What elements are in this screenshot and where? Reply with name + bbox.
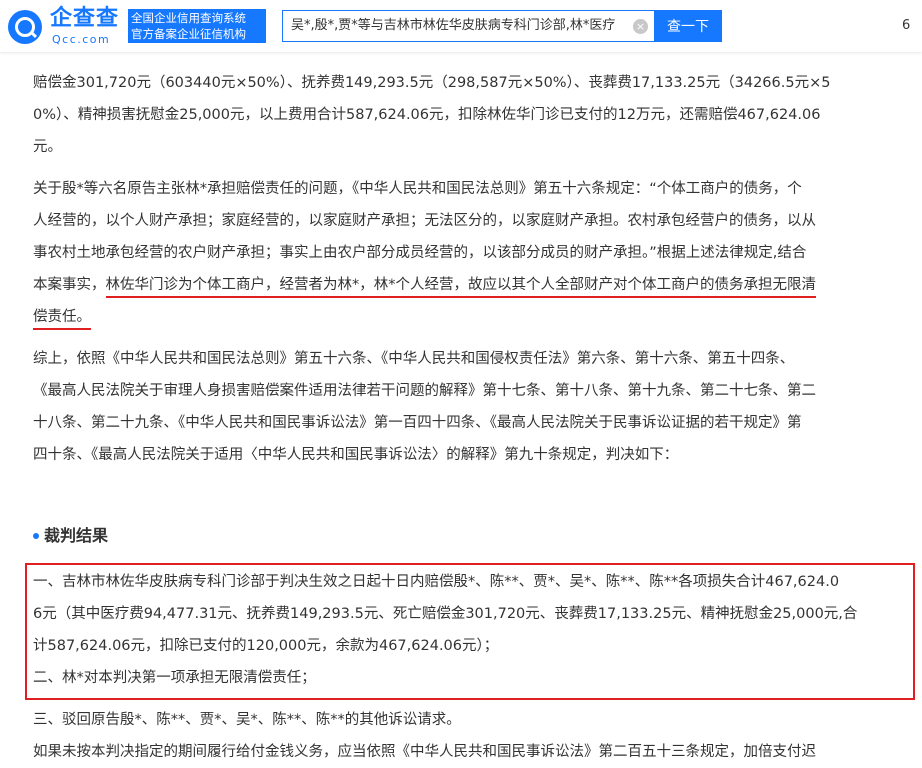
doc-line: 十八条、第二十九条、《中华人民共和国民事诉讼法》第一百四十四条、《最高人民法院关… — [33, 415, 802, 431]
doc-para-judgment: 一、吉林市林佐华皮肤病专科门诊部于判决生效之日起十日内赔偿殷*、陈**、贾*、吴… — [33, 566, 905, 694]
doc-line: 综上，依照《中华人民共和国民法总则》第五十六条、《中华人民共和国侵权责任法》第六… — [33, 351, 795, 367]
section-title-judgment-result: 裁判结果 — [44, 526, 109, 545]
doc-line: 偿责任。 — [33, 301, 905, 333]
doc-line: 人经营的，以个人财产承担；家庭经营的，以家庭财产承担；无法区分的，以家庭财产承担… — [33, 213, 816, 229]
search-button[interactable]: 查一下 — [654, 10, 722, 42]
section-bullet-icon — [33, 533, 39, 539]
doc-line: 元。 — [33, 139, 62, 155]
doc-para-after: 三、驳回原告殷*、陈**、贾*、吴*、陈**、陈**的其他诉讼请求。 如果未按本… — [33, 704, 905, 768]
doc-line: 本案事实，林佐华门诊为个体工商户，经营者为林*，林*个人经营，故应以其个人全部财… — [33, 269, 905, 301]
highlighted-unlimited-liability-text-end: 偿责任。 — [33, 309, 91, 330]
doc-line: 关于殷*等六名原告主张林*承担赔偿责任的问题，《中华人民共和国民法总则》第五十六… — [33, 181, 802, 197]
search-input[interactable]: 吴*,殷*,贾*等与吉林市林佐华皮肤病专科门诊部,林*医疗 — [283, 11, 639, 41]
judgment-item: 6元（其中医疗费94,477.31元、抚养费149,293.5元、死亡赔偿金30… — [33, 606, 858, 622]
judgment-item: 二、林*对本判决第一项承担无限清偿责任； — [33, 670, 316, 686]
doc-para-summary: 综上，依照《中华人民共和国民法总则》第五十六条、《中华人民共和国侵权责任法》第六… — [33, 343, 905, 471]
doc-line: 事农村土地承包经营的农户财产承担；事实上由农户部分成员经营的，以该部分成员的财产… — [33, 245, 807, 261]
qcc-logo-icon[interactable] — [8, 10, 42, 44]
doc-line: 赔偿金301,720元（603440元×50%）、抚养费149,293.5元（2… — [33, 75, 831, 91]
tagline-line: 全国企业信用查询系统 — [131, 11, 246, 25]
doc-line: 《最高人民法院关于审理人身损害赔偿案件适用法律若干问题的解释》第十七条、第十八条… — [33, 383, 816, 399]
tagline-badge: 全国企业信用查询系统 官方备案企业征信机构 — [128, 9, 266, 43]
judgment-item: 计587,624.06元，扣除已支付的120,000元，余款为467,624.0… — [33, 638, 499, 654]
header-truncated-item[interactable]: 6 — [902, 18, 910, 33]
site-header: 企查查 Qcc.com 全国企业信用查询系统 官方备案企业征信机构 吴*,殷*,… — [0, 0, 922, 52]
doc-para-liability: 关于殷*等六名原告主张林*承担赔偿责任的问题，《中华人民共和国民法总则》第五十六… — [33, 173, 905, 333]
judgment-item: 一、吉林市林佐华皮肤病专科门诊部于判决生效之日起十日内赔偿殷*、陈**、贾*、吴… — [33, 574, 840, 590]
clear-search-icon[interactable]: × — [633, 19, 648, 34]
doc-line: 如果未按本判决指定的期间履行给付金钱义务，应当依照《中华人民共和国民事诉讼法》第… — [33, 744, 816, 760]
highlighted-unlimited-liability-text: 林佐华门诊为个体工商户，经营者为林*，林*个人经营，故应以其个人全部财产对个体工… — [105, 277, 816, 298]
brand-domain: Qcc.com — [52, 33, 111, 46]
search-box: 吴*,殷*,贾*等与吉林市林佐华皮肤病专科门诊部,林*医疗 × — [282, 10, 654, 42]
doc-line-prefix: 本案事实， — [33, 277, 106, 293]
doc-line: 四十条、《最高人民法院关于适用〈中华人民共和国民事诉讼法〉的解释》第九十条规定，… — [33, 447, 679, 463]
judgment-item: 三、驳回原告殷*、陈**、贾*、吴*、陈**、陈**的其他诉讼请求。 — [33, 712, 461, 728]
doc-para-compensation: 赔偿金301,720元（603440元×50%）、抚养费149,293.5元（2… — [33, 67, 905, 163]
doc-line: 0%）、精神损害抚慰金25,000元，以上费用合计587,624.06元，扣除林… — [33, 107, 821, 123]
brand-name[interactable]: 企查查 — [50, 6, 119, 32]
judgment-document: 为，本院酌定精神损害抚慰金为2.5万元。综上，林佐华门诊应赔偿原告医疗费94,4… — [0, 0, 922, 768]
tagline-line: 官方备案企业征信机构 — [131, 27, 246, 41]
